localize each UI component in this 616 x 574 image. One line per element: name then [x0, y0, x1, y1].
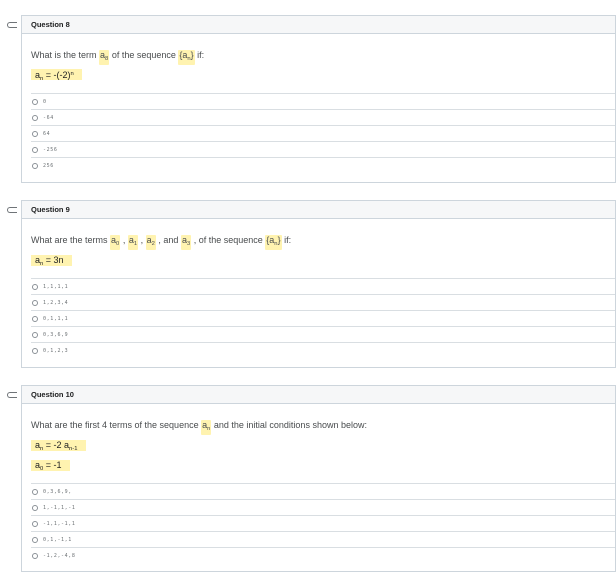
option-radio[interactable]: -1,2,-4,8	[31, 547, 615, 563]
option-radio[interactable]: 256	[31, 157, 615, 173]
radio-icon[interactable]	[32, 299, 38, 306]
question-8-header: Question 8	[22, 16, 615, 34]
flag-question-10-icon[interactable]	[7, 392, 17, 398]
term-a3: a3	[180, 235, 192, 250]
question-9-header: Question 9	[22, 201, 615, 219]
radio-icon[interactable]	[32, 552, 38, 559]
radio-icon[interactable]	[32, 347, 38, 354]
question-10-options: 0,3,6,9, 1,-1,1,-1 -1,1,-1,1 0,1,-1,1 -1…	[31, 483, 615, 563]
question-10-prompt: What are the first 4 terms of the sequen…	[31, 420, 367, 435]
radio-icon[interactable]	[32, 98, 38, 105]
option-radio[interactable]: 0,1,1,1	[31, 310, 615, 326]
radio-icon[interactable]	[32, 130, 38, 137]
formula-an: an = 3n	[31, 255, 72, 267]
term-an: an	[201, 420, 212, 435]
formula-recurrence: an = -2 an-1	[31, 440, 86, 452]
option-radio[interactable]: 0,1,-1,1	[31, 531, 615, 547]
flag-question-9-icon[interactable]	[7, 207, 17, 213]
option-radio[interactable]: -64	[31, 109, 615, 125]
option-radio[interactable]: -1,1,-1,1	[31, 515, 615, 531]
radio-icon[interactable]	[32, 146, 38, 153]
flag-question-8-icon[interactable]	[7, 22, 17, 28]
option-radio[interactable]: 0,1,2,3	[31, 342, 615, 358]
term-a1: a1	[127, 235, 139, 250]
option-radio[interactable]: 1,2,3,4	[31, 294, 615, 310]
question-8-prompt: What is the term a8 of the sequence {an}…	[31, 50, 204, 65]
question-10-header: Question 10	[22, 386, 615, 404]
term-a2: a2	[145, 235, 156, 250]
option-radio[interactable]: -256	[31, 141, 615, 157]
radio-icon[interactable]	[32, 520, 38, 527]
option-radio[interactable]: 1,-1,1,-1	[31, 499, 615, 515]
radio-icon[interactable]	[32, 504, 38, 511]
option-radio[interactable]: 0,3,6,9	[31, 326, 615, 342]
radio-icon[interactable]	[32, 331, 38, 338]
radio-icon[interactable]	[32, 488, 38, 495]
formula-an: an = -(-2)n	[31, 69, 82, 82]
sequence-an: {an}	[265, 235, 282, 250]
question-8-card: Question 8 What is the term a8 of the se…	[21, 15, 616, 183]
option-radio[interactable]: 1,1,1,1	[31, 278, 615, 294]
option-radio[interactable]: 0,3,6,9,	[31, 483, 615, 499]
formula-initial-condition: a0 = -1	[31, 460, 70, 472]
question-9-options: 1,1,1,1 1,2,3,4 0,1,1,1 0,3,6,9 0,1,2,3	[31, 278, 615, 358]
question-9-prompt: What are the terms a0 , a1 , a2 , and a3…	[31, 235, 291, 250]
radio-icon[interactable]	[32, 283, 38, 290]
sequence-an: {an}	[178, 50, 195, 65]
question-8-options: 0 -64 64 -256 256	[31, 93, 615, 173]
term-a8: a8	[99, 50, 110, 65]
option-radio[interactable]: 64	[31, 125, 615, 141]
radio-icon[interactable]	[32, 536, 38, 543]
radio-icon[interactable]	[32, 114, 38, 121]
term-a0: a0	[110, 235, 121, 250]
question-10-card: Question 10 What are the first 4 terms o…	[21, 385, 616, 572]
option-radio[interactable]: 0	[31, 93, 615, 109]
radio-icon[interactable]	[32, 315, 38, 322]
radio-icon[interactable]	[32, 162, 38, 169]
question-9-card: Question 9 What are the terms a0 , a1 , …	[21, 200, 616, 368]
